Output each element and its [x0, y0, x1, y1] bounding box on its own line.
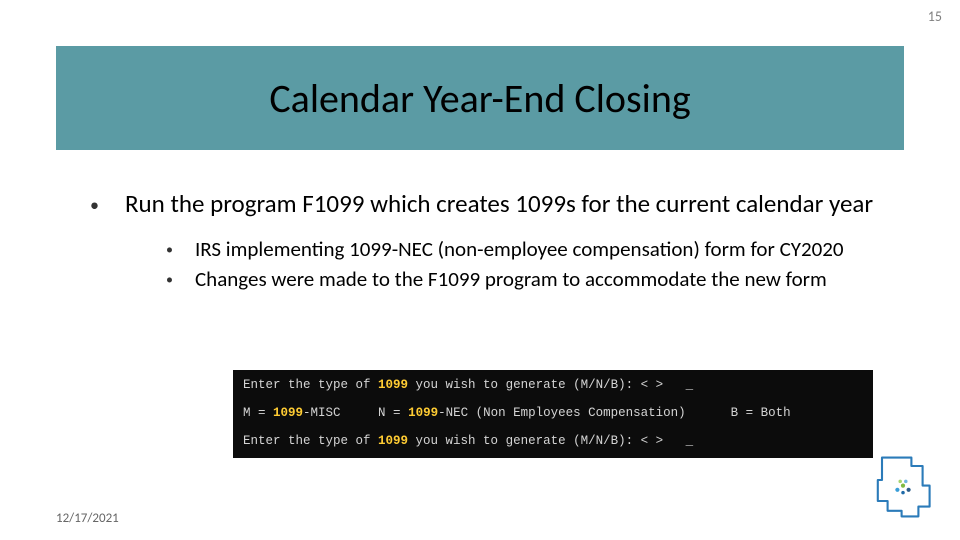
terminal-screenshot: Enter the type of 1099 you wish to gener…: [233, 370, 873, 458]
bullet-marker: •: [166, 236, 173, 264]
ohio-logo-icon: [868, 452, 938, 522]
footer-date: 12/17/2021: [56, 511, 119, 526]
bullet-text: Changes were made to the F1099 program t…: [195, 266, 827, 294]
bullet-level1: • Run the program F1099 which creates 10…: [90, 188, 900, 222]
bullet-text: Run the program F1099 which creates 1099…: [125, 188, 873, 222]
bullet-marker: •: [90, 188, 99, 222]
bullet-marker: •: [166, 266, 173, 294]
page-number: 15: [928, 8, 942, 25]
bullet-text: IRS implementing 1099-NEC (non-employee …: [195, 236, 844, 264]
bullet-level2: • IRS implementing 1099-NEC (non-employe…: [166, 236, 900, 264]
bullet-level2: • Changes were made to the F1099 program…: [166, 266, 900, 294]
slide-title: Calendar Year-End Closing: [269, 74, 690, 123]
slide: 15 Calendar Year-End Closing • Run the p…: [0, 0, 960, 540]
terminal-line: M = 1099-MISC N = 1099-NEC (Non Employee…: [243, 404, 863, 422]
sub-bullets: • IRS implementing 1099-NEC (non-employe…: [166, 236, 900, 294]
terminal-line: Enter the type of 1099 you wish to gener…: [243, 376, 863, 394]
title-bar: Calendar Year-End Closing: [56, 46, 904, 150]
content-area: • Run the program F1099 which creates 10…: [90, 188, 900, 296]
terminal-line: Enter the type of 1099 you wish to gener…: [243, 432, 863, 450]
